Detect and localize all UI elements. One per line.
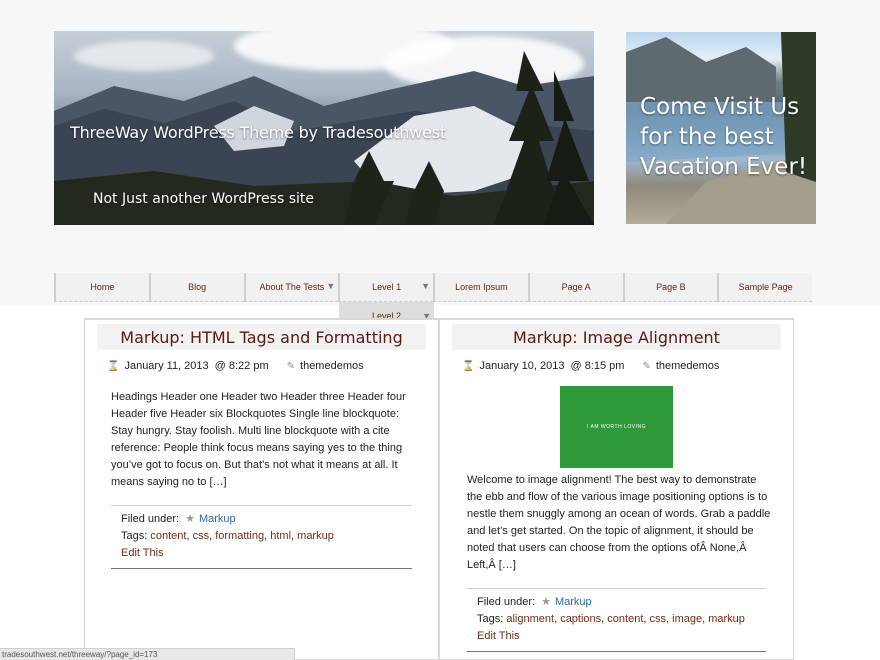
hourglass-icon: ⌛	[462, 360, 475, 372]
post-tags-row: Tags: alignment, captions, content, css,…	[477, 613, 745, 625]
promo-text: Come Visit Us for the best Vacation Ever…	[640, 94, 808, 180]
edit-link[interactable]: Edit This	[121, 545, 402, 562]
tag-link[interactable]: image	[672, 613, 702, 625]
dropdown-arrow-icon: ▼	[326, 281, 336, 291]
filed-under-label: Filed under:	[121, 513, 180, 525]
image-caption-text: I AM WORTH LOVING	[587, 424, 646, 430]
nav-item-label: Lorem Ipsum	[455, 282, 508, 292]
nav-item-label: Blog	[188, 282, 207, 292]
filed-under-label: Filed under:	[477, 596, 536, 608]
edit-link[interactable]: Edit This	[477, 628, 756, 645]
post-title-bar: Markup: HTML Tags and Formatting	[97, 324, 426, 350]
post-title[interactable]: Markup: Image Alignment	[513, 328, 720, 347]
pencil-icon: ✎	[286, 360, 296, 372]
nav-item-about-the-tests[interactable]: About The Tests ▼	[243, 273, 339, 302]
tag-link[interactable]: markup	[297, 530, 334, 542]
post-category-row: Filed under: ★ Markup	[121, 511, 402, 528]
nav-item-lorem-ipsum[interactable]: Lorem Ipsum	[433, 273, 528, 302]
tag-link[interactable]: content	[607, 613, 643, 625]
post-time: @ 8:22 pm	[214, 360, 269, 372]
star-icon: ★	[185, 513, 195, 525]
promo-widget[interactable]: Come Visit Us for the best Vacation Ever…	[626, 32, 816, 224]
tag-link[interactable]: content	[150, 530, 186, 542]
post-date: January 10, 2013	[479, 360, 565, 372]
star-icon: ★	[541, 596, 551, 608]
post-tags-row: Tags: content, css, formatting, html, ma…	[121, 530, 334, 542]
post-excerpt: Headings Header one Header two Header th…	[111, 391, 406, 488]
post-title[interactable]: Markup: HTML Tags and Formatting	[120, 328, 402, 347]
nav-item-page-b[interactable]: Page B	[622, 273, 718, 302]
main-nav: Home Blog About The Tests ▼ Level 1 ▼ Lorem Ip…	[54, 273, 812, 302]
nav-item-label: Page A	[561, 282, 591, 292]
nav-item-label: About The Tests	[259, 282, 325, 292]
pencil-icon: ✎	[642, 360, 651, 372]
hourglass-icon: ⌛	[107, 360, 120, 372]
tags-label: Tags:	[477, 613, 504, 625]
post-footer: Filed under: ★ Markup Tags: alignment, cap…	[467, 588, 766, 652]
tag-link[interactable]: css	[193, 530, 210, 542]
post-date: January 11, 2013	[124, 360, 209, 372]
nav-item-home[interactable]: Home	[54, 273, 149, 302]
post-meta: ⌛ January 10, 2013 @ 8:15 pm ✎ themedemo…	[462, 360, 793, 372]
nav-item-page-a[interactable]: Page A	[527, 273, 623, 302]
tag-link[interactable]: formatting	[215, 530, 264, 542]
post-author[interactable]: themedemos	[656, 360, 720, 372]
dropdown-arrow-icon: ▼	[421, 281, 430, 291]
post-card-image-alignment: Markup: Image Alignment ⌛ January 10, 20…	[439, 318, 794, 660]
category-link[interactable]: Markup	[199, 513, 236, 525]
post-featured-image[interactable]: I AM WORTH LOVING	[560, 386, 673, 468]
nav-item-label: Sample Page	[738, 282, 793, 292]
site-tagline: Not Just another WordPress site	[93, 191, 314, 207]
tag-link[interactable]: captions	[560, 613, 601, 625]
post-excerpt: Welcome to image alignment! The best way…	[467, 474, 771, 571]
post-time: @ 8:15 pm	[570, 360, 625, 372]
post-meta: ⌛ January 11, 2013 @ 8:22 pm ✎ themedemo…	[107, 360, 438, 372]
nav-item-label: Page B	[656, 282, 686, 292]
tag-link[interactable]: html	[270, 530, 291, 542]
post-card-html-tags: Markup: HTML Tags and Formatting ⌛ Janua…	[84, 318, 439, 660]
nav-item-sample-page[interactable]: Sample Page	[717, 273, 812, 302]
nav-item-level-1[interactable]: Level 1 ▼	[338, 273, 433, 302]
post-author[interactable]: themedemos	[300, 360, 364, 372]
nav-item-label: Home	[90, 282, 115, 292]
nav-item-blog[interactable]: Blog	[148, 273, 244, 302]
post-title-bar: Markup: Image Alignment	[452, 324, 781, 350]
tag-link[interactable]: css	[650, 613, 667, 625]
site-title[interactable]: ThreeWay WordPress Theme by Tradesouthwe…	[70, 123, 446, 142]
post-footer: Filed under: ★ Markup Tags: content, css, …	[111, 505, 412, 569]
nav-item-label: Level 1	[372, 282, 402, 292]
status-bar-url: tradesouthwest.net/threeway/?page_id=173	[0, 648, 295, 660]
post-category-row: Filed under: ★ Markup	[477, 594, 756, 611]
tag-link[interactable]: alignment	[506, 613, 554, 625]
header-banner: ThreeWay WordPress Theme by Tradesouthwe…	[54, 31, 594, 225]
tags-label: Tags:	[121, 530, 148, 542]
category-link[interactable]: Markup	[555, 596, 592, 608]
tag-link[interactable]: markup	[708, 613, 745, 625]
